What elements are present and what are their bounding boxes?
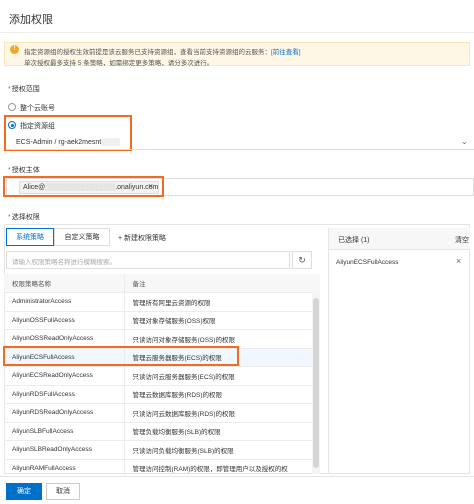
policy-name: AliyunECSReadOnlyAccess	[4, 366, 125, 386]
selected-item: AliyunECSFullAccess	[336, 259, 399, 266]
header-divider	[0, 32, 474, 33]
warning-icon: !	[10, 45, 19, 54]
cancel-button[interactable]: 取消	[46, 483, 80, 500]
radio-account-label[interactable]: 整个云账号	[20, 103, 55, 113]
table-row[interactable]: AliyunOSSFullAccess 管理对象存储服务(OSS)权限	[4, 311, 320, 330]
group-select-value: ECS-Admin / rg-aek2mesnt▒▒▒▒	[16, 139, 120, 146]
column-header-note: 备注	[124, 274, 320, 293]
clear-link[interactable]: 清空	[455, 235, 469, 245]
policy-name: AliyunOSSFullAccess	[4, 311, 125, 330]
policy-note: 只读访问云数据库服务(RDS)的权限	[124, 403, 320, 423]
selected-title-text: 已选择	[338, 237, 359, 244]
alert-line-2: 单次授权最多支持 5 条策略，如需绑定更多策略，请分多次进行。	[24, 60, 214, 67]
group-value-text: ECS-Admin / rg-aek2mesnt	[16, 139, 102, 146]
close-icon[interactable]: ×	[148, 181, 153, 191]
policy-note: 只读访问云服务器服务(ECS)的权限	[124, 366, 320, 386]
table-header-row: 权限策略名称 备注	[4, 274, 320, 293]
redacted-text: ▒▒▒▒	[101, 139, 120, 146]
alert-text-1: 指定资源组的授权生效前提是该云服务已支持资源组，查看当前支持资源组的云服务：	[24, 49, 271, 56]
policies-section-label: *选择权限	[8, 214, 40, 221]
scrollbar-thumb[interactable]	[313, 298, 319, 468]
policy-name: AliyunSLBFullAccess	[4, 422, 125, 441]
table-row[interactable]: AliyunRDSReadOnlyAccess 只读访问云数据库服务(RDS)的权…	[4, 403, 320, 423]
scope-label: 授权范围	[11, 86, 40, 93]
radio-group-label[interactable]: 指定资源组	[20, 121, 55, 131]
policy-note: 只读访问负载均衡服务(SLB)的权限	[124, 440, 320, 460]
table-row[interactable]: AdministratorAccess 管理所有阿里云资源的权限	[4, 292, 320, 312]
selected-title: 已选择 (1)	[338, 235, 370, 245]
policy-note: 管理负载均衡服务(SLB)的权限	[124, 422, 320, 441]
view-link[interactable]: [前往查看]	[271, 49, 301, 56]
tag-prefix: Alice@	[23, 184, 46, 191]
policy-name: AdministratorAccess	[4, 292, 125, 312]
policy-note: 管理访问控制(RAM)的权限，即管理用户以及授权的权	[124, 459, 320, 478]
policy-name: AliyunSLBReadOnlyAccess	[4, 440, 125, 460]
redacted-email: ▒▒▒▒▒▒▒▒▒▒▒▒▒▒▒	[45, 184, 116, 191]
table-row[interactable]: AliyunSLBReadOnlyAccess 只读访问负载均衡服务(SLB)的权…	[4, 440, 320, 460]
scope-section-label: *授权范围	[8, 86, 40, 93]
refresh-icon[interactable]: ↻	[292, 251, 312, 269]
remove-icon[interactable]: ×	[456, 256, 461, 266]
table-row[interactable]: AliyunECSReadOnlyAccess 只读访问云服务器服务(ECS)的权…	[4, 366, 320, 386]
tab-system-policy[interactable]: 系统策略	[6, 228, 54, 246]
policy-note: 管理对象存储服务(OSS)权限	[124, 311, 320, 330]
table-row[interactable]: AliyunRDSFullAccess 管理云数据库服务(RDS)的权限	[4, 385, 320, 404]
policies-label: 选择权限	[11, 214, 40, 221]
page-title: 添加权限	[9, 14, 53, 26]
policy-note: 管理所有阿里云资源的权限	[124, 292, 320, 312]
table-row[interactable]: AliyunSLBFullAccess 管理负载均衡服务(SLB)的权限	[4, 422, 320, 441]
policy-name: AliyunRDSFullAccess	[4, 385, 125, 404]
principal-label: 授权主体	[11, 167, 40, 174]
tab-custom-policy[interactable]: 自定义策略	[54, 228, 110, 246]
policy-table: 权限策略名称 备注 AdministratorAccess 管理所有阿里云资源的权…	[4, 274, 320, 478]
selected-count: (1)	[360, 237, 370, 244]
new-policy-link[interactable]: + 新建权限策略	[118, 233, 166, 243]
principal-section-label: *授权主体	[8, 167, 40, 174]
table-row[interactable]: AliyunRAMFullAccess 管理访问控制(RAM)的权限，即管理用户以…	[4, 459, 320, 478]
principal-tag-text: Alice@▒▒▒▒▒▒▒▒▒▒▒▒▒▒▒.onaliyun.com	[23, 184, 158, 191]
column-header-name: 权限策略名称	[4, 274, 125, 293]
selected-row-highlight-box	[3, 346, 239, 366]
policy-note: 管理云数据库服务(RDS)的权限	[124, 385, 320, 404]
radio-account[interactable]	[8, 103, 16, 111]
search-placeholder: 请输入权限策略名称进行模糊搜索。	[12, 259, 116, 266]
policy-name: AliyunRAMFullAccess	[4, 459, 125, 478]
alert-line-1: 指定资源组的授权生效前提是该云服务已支持资源组，查看当前支持资源组的云服务：[前…	[24, 46, 301, 56]
chevron-down-icon[interactable]: ⌄	[461, 137, 468, 146]
radio-group[interactable]	[8, 121, 16, 129]
policy-name: AliyunRDSReadOnlyAccess	[4, 403, 125, 423]
confirm-button[interactable]: 确定	[6, 483, 42, 500]
